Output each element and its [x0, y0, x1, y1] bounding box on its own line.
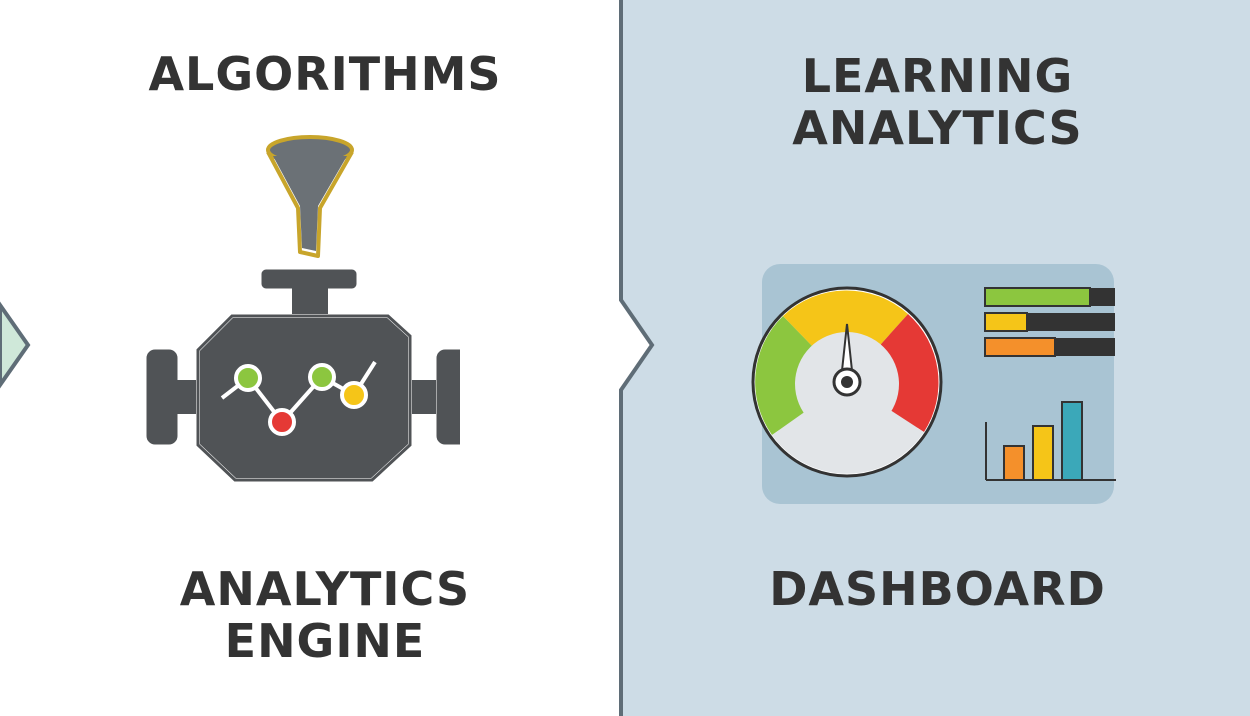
learning-analytics-title-line-2: ANALYTICS	[792, 101, 1083, 155]
analytics-engine-title-line-1: ANALYTICS	[179, 562, 471, 616]
dashboard-gauge-icon	[750, 262, 1120, 512]
learning-analytics-title-line-1: LEARNING	[801, 49, 1074, 103]
left-panel: ALGORITHMS ANALYTICS ENGINE	[30, 0, 620, 716]
algorithms-title: ALGORITHMS	[148, 47, 502, 101]
gauge-icon	[751, 286, 943, 478]
analytics-engine-title: ANALYTICS ENGINE	[30, 563, 620, 667]
right-panel: LEARNING ANALYTICS DASHBOARD	[625, 0, 1250, 716]
learning-analytics-title: LEARNING ANALYTICS	[625, 50, 1250, 154]
previous-stage-arrow	[0, 301, 31, 389]
progress-bars	[984, 287, 1115, 357]
diagram-canvas: ALGORITHMS ANALYTICS ENGINE LEARNING ANA…	[0, 0, 1250, 716]
dashboard-title: DASHBOARD	[769, 562, 1106, 616]
funnel-icon	[266, 135, 354, 258]
engine-with-funnel-icon	[140, 130, 471, 490]
analytics-engine-title-line-2: ENGINE	[224, 614, 426, 668]
